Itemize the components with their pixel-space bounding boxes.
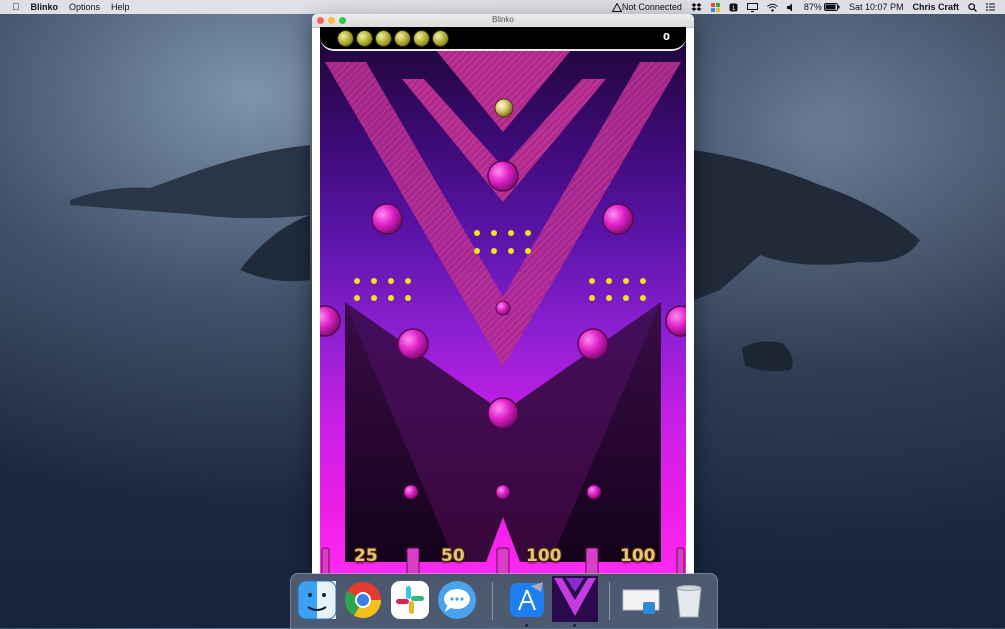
peg <box>487 160 519 192</box>
blinko-app-icon[interactable] <box>552 576 598 622</box>
dock-separator <box>609 582 610 620</box>
menu-clock[interactable]: Sat 10:07 PM <box>849 2 904 12</box>
dropbox-icon[interactable] <box>691 2 702 12</box>
peg <box>397 328 429 360</box>
spotlight-search-icon[interactable] <box>968 2 977 12</box>
xcode-icon[interactable] <box>507 580 547 620</box>
battery-percent: 87% <box>803 2 822 12</box>
menu-bar:  Blinko Options Help Not Connected 1 87… <box>0 0 1005 14</box>
warning-triangle-icon <box>611 2 622 12</box>
window-title: Blinko <box>492 15 514 24</box>
peg <box>320 305 341 337</box>
wifi-icon[interactable] <box>767 3 778 12</box>
life-ball-icon <box>394 30 411 47</box>
preview-icon[interactable] <box>621 580 661 620</box>
chrome-icon[interactable] <box>343 580 383 620</box>
office-icon[interactable] <box>710 2 720 12</box>
small-peg <box>586 484 602 500</box>
peg <box>371 203 403 235</box>
slot-divider <box>321 547 330 574</box>
game-hud: 0 <box>320 27 686 51</box>
life-ball-icon <box>337 30 354 47</box>
network-status-label: Not Connected <box>621 2 682 12</box>
running-indicator <box>525 624 528 627</box>
apple-menu-icon[interactable]:  <box>12 2 20 13</box>
slot-divider <box>406 547 420 574</box>
running-indicator <box>573 624 576 627</box>
life-ball-icon <box>413 30 430 47</box>
trash-icon[interactable] <box>669 580 709 620</box>
score-display: 0 <box>663 32 670 43</box>
dock <box>290 573 718 629</box>
slot-value-2: 50 <box>441 546 465 566</box>
battery-status[interactable]: 87% <box>804 2 840 12</box>
small-peg <box>495 300 511 316</box>
menu-help[interactable]: Help <box>111 2 130 12</box>
volume-icon[interactable] <box>786 3 795 12</box>
finder-icon[interactable] <box>297 580 337 620</box>
slot-value-3: 100 <box>526 546 562 566</box>
menu-options[interactable]: Options <box>69 2 100 12</box>
life-ball-icon <box>432 30 449 47</box>
blinko-window: Blinko 0 25 50 100 100 <box>312 14 694 574</box>
network-status[interactable]: Not Connected <box>611 2 682 12</box>
slot-divider <box>496 547 510 574</box>
peg <box>577 328 609 360</box>
slack-icon[interactable] <box>390 580 430 620</box>
life-ball-icon <box>356 30 373 47</box>
peg <box>602 203 634 235</box>
dock-separator <box>492 582 493 620</box>
small-peg <box>403 484 419 500</box>
game-board[interactable]: 0 25 50 100 100 <box>320 27 686 574</box>
light-grid-center <box>474 230 531 254</box>
display-icon[interactable] <box>746 2 758 12</box>
slot-divider <box>585 547 599 574</box>
window-titlebar[interactable]: Blinko <box>312 14 694 28</box>
password-manager-icon[interactable]: 1 <box>729 3 738 12</box>
slot-value-1: 25 <box>354 546 378 566</box>
menu-user[interactable]: Chris Craft <box>912 2 959 12</box>
notification-center-icon[interactable] <box>986 3 995 11</box>
small-peg <box>495 484 511 500</box>
light-grid-left <box>354 278 411 301</box>
life-ball-icon <box>375 30 392 47</box>
game-ball <box>494 98 514 118</box>
peg <box>487 397 519 429</box>
lives-indicator <box>337 30 449 47</box>
peg <box>665 305 686 337</box>
slot-divider <box>676 547 685 574</box>
messages-icon[interactable] <box>437 580 477 620</box>
light-grid-right <box>589 278 646 301</box>
slot-value-4: 100 <box>620 546 656 566</box>
menu-app-name[interactable]: Blinko <box>31 2 59 12</box>
battery-icon <box>823 3 840 11</box>
